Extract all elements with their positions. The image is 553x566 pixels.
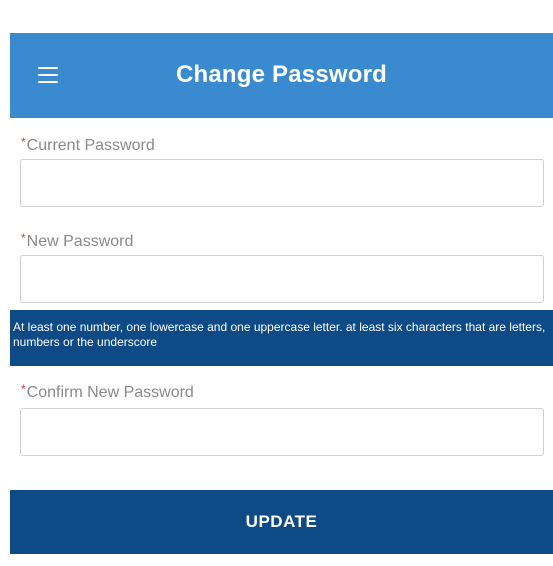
page-title: Change Password xyxy=(175,61,388,88)
new-password-label-text: New Password xyxy=(26,233,134,250)
current-password-field[interactable] xyxy=(20,159,544,207)
required-marker: * xyxy=(21,382,26,396)
confirm-password-label: *Confirm New Password xyxy=(21,382,194,402)
confirm-password-label-text: Confirm New Password xyxy=(26,384,194,401)
app-header: Change Password xyxy=(10,33,553,118)
current-password-label-text: Current Password xyxy=(26,137,155,154)
new-password-label: *New Password xyxy=(21,231,134,251)
change-password-screen: Change Password *Current Password *New P… xyxy=(0,0,553,566)
new-password-field[interactable] xyxy=(20,255,544,303)
required-marker: * xyxy=(21,135,26,149)
current-password-label: *Current Password xyxy=(21,135,155,155)
update-button[interactable]: UPDATE xyxy=(10,490,553,554)
required-marker: * xyxy=(21,231,26,245)
password-requirements-hint: At least one number, one lowercase and o… xyxy=(10,310,553,366)
confirm-password-field[interactable] xyxy=(20,408,544,456)
